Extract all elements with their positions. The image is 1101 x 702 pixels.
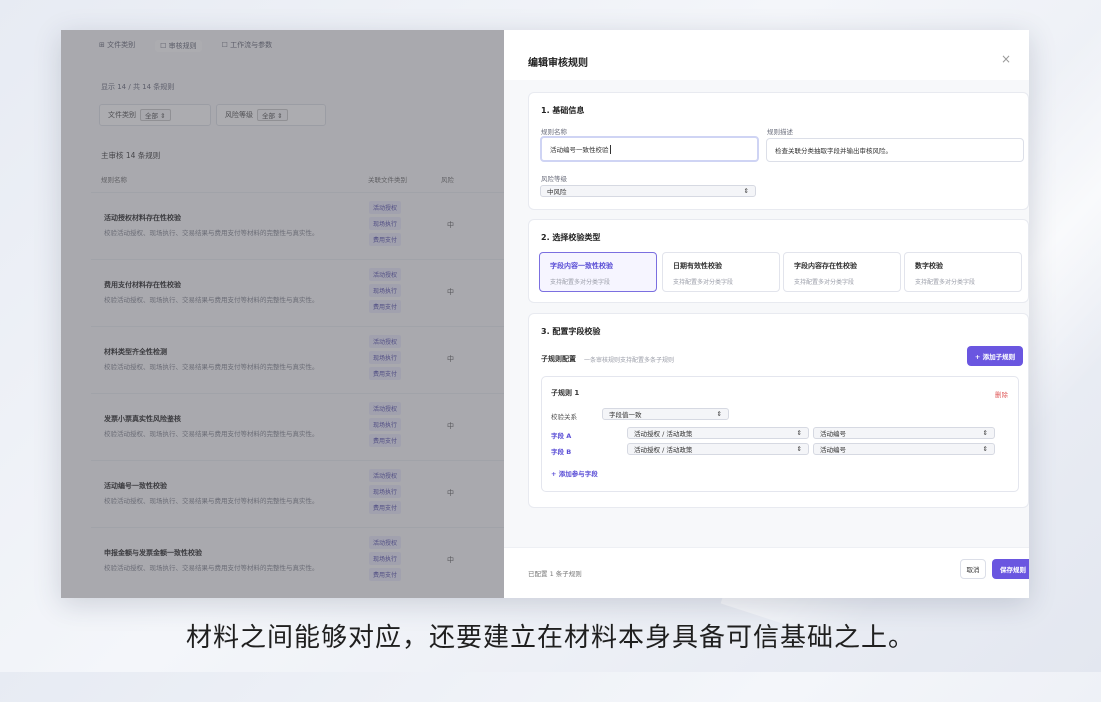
- field-a-label: 字段 A: [551, 432, 572, 440]
- field-config-card: 3. 配置字段校验 子规则配置 一条审核规则支持配置多条子规则 + 添加子规则 …: [528, 313, 1029, 508]
- field-b-category-select[interactable]: 活动授权 / 活动政策 ⇕: [627, 443, 809, 455]
- edit-rule-drawer: 编辑审核规则 × 1. 基础信息 规则名称 活动编号一致性校验 规则描述 检查关…: [504, 30, 1029, 598]
- field-b-label: 字段 B: [551, 448, 572, 456]
- type-number-check[interactable]: 数字校验 支持配置多对分类字段: [904, 252, 1022, 292]
- select-arrow-icon: ⇕: [743, 187, 749, 195]
- cancel-button[interactable]: 取消: [960, 559, 986, 579]
- rule-name-input[interactable]: 活动编号一致性校验: [540, 136, 759, 162]
- select-arrow-icon: ⇕: [796, 429, 802, 437]
- risk-level-select[interactable]: 中风险 ⇕: [540, 185, 756, 197]
- field-b-field-select[interactable]: 活动编号 ⇕: [813, 443, 995, 455]
- subrule-block: 子规则 1 删除 校验关系 字段值一致 ⇕ 字段 A 活动授权 / 活动政策 ⇕ 活…: [541, 376, 1019, 492]
- validation-type-heading: 2. 选择校验类型: [541, 233, 601, 242]
- field-a-category-select[interactable]: 活动授权 / 活动政策 ⇕: [627, 427, 809, 439]
- subrule-title: 子规则 1: [551, 389, 580, 397]
- save-button[interactable]: 保存规则: [992, 559, 1029, 579]
- footer-status: 已配置 1 条子规则: [528, 570, 582, 578]
- field-config-heading: 3. 配置字段校验: [541, 327, 601, 336]
- risk-level-label: 风险等级: [541, 175, 567, 183]
- sub-config-hint: 一条审核规则支持配置多条子规则: [584, 357, 675, 364]
- basic-info-heading: 1. 基础信息: [541, 106, 585, 115]
- basic-info-card: 1. 基础信息 规则名称 活动编号一致性校验 规则描述 检查关联分类抽取字段并输…: [528, 92, 1029, 210]
- rule-name-label: 规则名称: [541, 128, 567, 136]
- sub-config-label: 子规则配置: [541, 355, 576, 363]
- add-field-link[interactable]: + 添加参与字段: [551, 468, 598, 478]
- drawer-title: 编辑审核规则: [528, 58, 588, 69]
- add-subrule-button[interactable]: + 添加子规则: [967, 346, 1023, 366]
- type-date-validity[interactable]: 日期有效性校验 支持配置多对分类字段: [662, 252, 780, 292]
- validation-type-card: 2. 选择校验类型 字段内容一致性校验 支持配置多对分类字段 日期有效性校验 支持配…: [528, 219, 1029, 303]
- drawer-header: 编辑审核规则 ×: [504, 30, 1029, 81]
- rule-desc-textarea[interactable]: 检查关联分类抽取字段并输出审核风险。: [766, 138, 1024, 162]
- close-icon[interactable]: ×: [1001, 52, 1011, 66]
- select-arrow-icon: ⇕: [716, 410, 722, 418]
- field-a-field-select[interactable]: 活动编号 ⇕: [813, 427, 995, 439]
- type-field-existence[interactable]: 字段内容存在性校验 支持配置多对分类字段: [783, 252, 901, 292]
- app-window: ⊞ 文件类别 ☐ 审核规则 ☐ 工作流与参数 显示 14 / 共 14 条规则 …: [61, 30, 1029, 598]
- select-arrow-icon: ⇕: [982, 429, 988, 437]
- video-caption: 材料之间能够对应，还要建立在材料本身具备可信基础之上。: [185, 623, 915, 653]
- rule-list-panel: ⊞ 文件类别 ☐ 审核规则 ☐ 工作流与参数 显示 14 / 共 14 条规则 …: [61, 30, 504, 598]
- delete-link[interactable]: 删除: [995, 389, 1008, 399]
- drawer-body: 1. 基础信息 规则名称 活动编号一致性校验 规则描述 检查关联分类抽取字段并输…: [504, 80, 1029, 547]
- relation-label: 校验关系: [551, 413, 577, 421]
- select-arrow-icon: ⇕: [796, 445, 802, 453]
- drawer-footer: 已配置 1 条子规则 取消 保存规则: [504, 547, 1029, 598]
- rule-desc-label: 规则描述: [767, 128, 793, 136]
- relation-select[interactable]: 字段值一致 ⇕: [602, 408, 729, 420]
- type-field-consistency[interactable]: 字段内容一致性校验 支持配置多对分类字段: [539, 252, 657, 292]
- modal-overlay[interactable]: [61, 30, 504, 598]
- select-arrow-icon: ⇕: [982, 445, 988, 453]
